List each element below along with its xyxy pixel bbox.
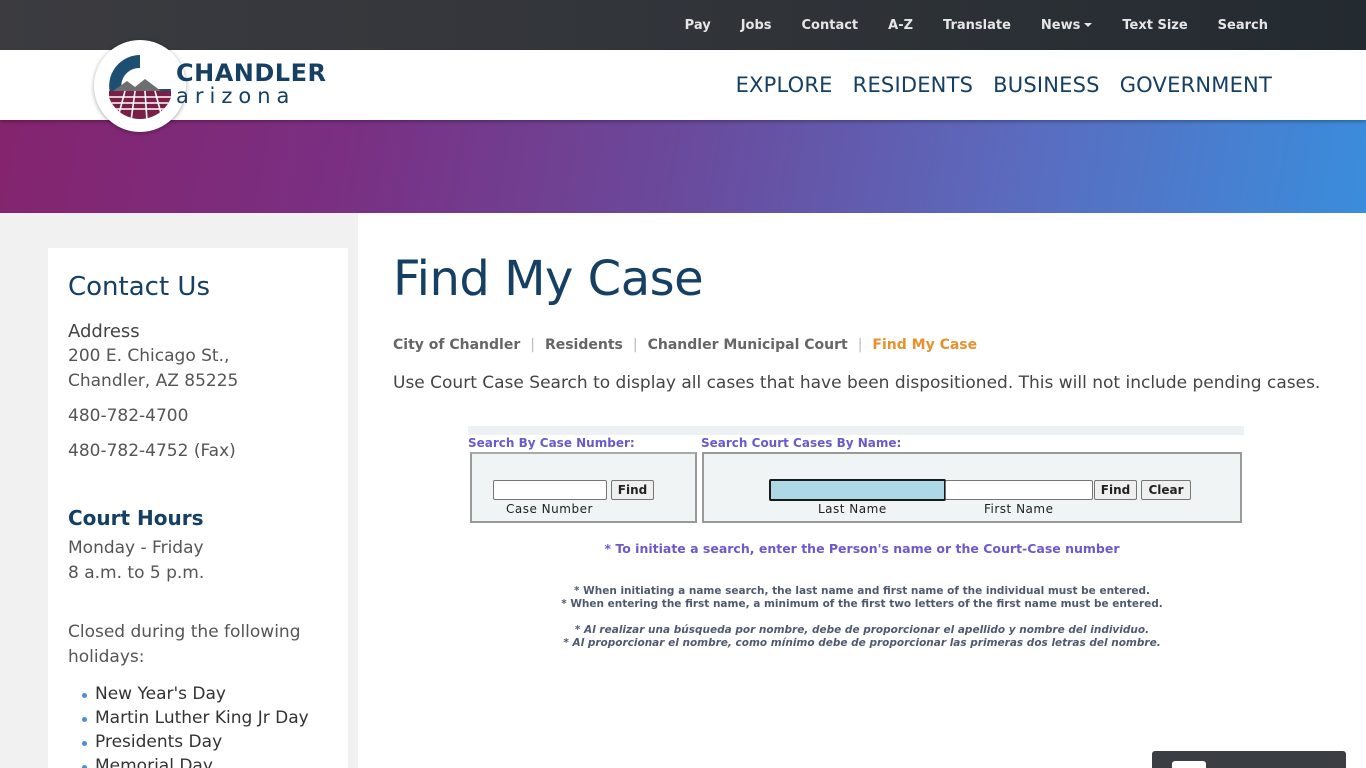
holiday-item: New Year's Day [82, 682, 328, 706]
breadcrumb-current: Find My Case [872, 337, 978, 353]
last-name-input[interactable] [769, 479, 946, 501]
main-nav-government[interactable]: GOVERNMENT [1120, 73, 1272, 97]
holiday-label: Martin Luther King Jr Day [95, 708, 309, 728]
first-name-caption: First Name [984, 502, 1054, 516]
name-search-legend: Search Court Cases By Name: [701, 436, 902, 450]
hours-days: Monday - Friday [68, 538, 204, 558]
logo-wordmark: CHANDLER arizona [176, 59, 327, 108]
rule-spanish-2: * Al proporcionar el nombre, como mínimo… [563, 637, 1161, 649]
holiday-list: New Year's Day Martin Luther King Jr Day… [82, 682, 328, 768]
breadcrumb-municipal-court[interactable]: Chandler Municipal Court [648, 337, 848, 353]
utility-bar: Pay Jobs Contact A-Z Translate News Text… [0, 0, 1366, 50]
intro-text: Use Court Case Search to display all cas… [393, 373, 1321, 393]
bullet-icon [82, 741, 87, 746]
name-search-box: Find Clear Last Name First Name [702, 452, 1242, 523]
rule-spanish-1: * Al realizar una búsqueda por nombre, d… [574, 624, 1150, 636]
utility-link-a-z[interactable]: A-Z [888, 18, 913, 33]
last-name-caption: Last Name [818, 502, 887, 516]
breadcrumb-separator: | [530, 337, 535, 353]
utility-link-search[interactable]: Search [1218, 18, 1268, 33]
name-find-button[interactable]: Find [1094, 480, 1137, 500]
city-logo[interactable] [94, 40, 186, 132]
first-name-input[interactable] [945, 480, 1093, 500]
main-nav-residents[interactable]: RESIDENTS [853, 73, 974, 97]
logo-word: CHANDLER [176, 59, 327, 87]
case-number-input[interactable] [493, 480, 607, 500]
caret-down-icon [1084, 23, 1093, 27]
breadcrumb-city-of-chandler[interactable]: City of Chandler [393, 337, 520, 353]
address-line-1: 200 E. Chicago St., [68, 346, 230, 366]
breadcrumb-separator: | [632, 337, 638, 353]
main-nav-business[interactable]: BUSINESS [993, 73, 1100, 97]
utility-link-contact[interactable]: Contact [802, 18, 859, 33]
contact-sidebar: Contact Us Address 200 E. Chicago St., C… [48, 248, 348, 768]
clear-button[interactable]: Clear [1141, 480, 1191, 500]
utility-link-pay[interactable]: Pay [685, 18, 711, 33]
court-hours-title: Court Hours [68, 506, 204, 530]
closed-holidays-text: Closed during the following holidays: [68, 622, 301, 667]
utility-link-jobs[interactable]: Jobs [741, 18, 772, 33]
hero-banner [0, 120, 1366, 213]
holiday-label: Memorial Day [95, 756, 213, 768]
news-label: News [1040, 17, 1081, 33]
hours-time: 8 a.m. to 5 p.m. [68, 563, 205, 583]
fax-number: 480-782-4752 (Fax) [68, 441, 236, 461]
logo-sub: arizona [176, 84, 296, 108]
rule-english-1: * When initiating a name search, the las… [574, 585, 1150, 597]
bullet-icon [82, 693, 87, 698]
main-nav-explore[interactable]: EXPLORE [736, 73, 833, 97]
main-content: Find My Case City of Chandler | Resident… [358, 213, 1366, 768]
bullet-icon [82, 717, 87, 722]
case-find-button[interactable]: Find [611, 480, 654, 500]
case-number-caption: Case Number [506, 502, 593, 516]
case-number-legend: Search By Case Number: [468, 436, 635, 450]
rule-english-2: * When entering the first name, a minimu… [561, 598, 1163, 610]
breadcrumb-residents[interactable]: Residents [545, 337, 623, 353]
page-title: Find My Case [393, 251, 704, 307]
utility-link-text-size[interactable]: Text Size [1122, 18, 1187, 33]
utility-link-news[interactable]: News [1040, 17, 1093, 33]
city-seal-icon [107, 53, 173, 119]
breadcrumb-separator: | [857, 337, 863, 353]
chat-widget-tab[interactable] [1152, 751, 1346, 768]
utility-nav: Pay Jobs Contact A-Z Translate News Text… [655, 0, 1268, 50]
holiday-label: Presidents Day [95, 732, 223, 752]
holiday-item: Memorial Day [82, 754, 328, 768]
holiday-item: Martin Luther King Jr Day [82, 706, 328, 730]
holiday-item: Presidents Day [82, 730, 328, 754]
sidebar-title: Contact Us [68, 272, 210, 302]
main-nav: EXPLORE RESIDENTS BUSINESS GOVERNMENT [716, 50, 1272, 120]
breadcrumb: City of Chandler | Residents | Chandler … [393, 337, 977, 353]
chat-tab-handle [1172, 761, 1206, 768]
phone-number: 480-782-4700 [68, 406, 189, 426]
address-line-2: Chandler, AZ 85225 [68, 371, 239, 391]
search-notice: * To initiate a search, enter the Person… [604, 541, 1120, 556]
holiday-label: New Year's Day [95, 684, 226, 704]
case-number-search-box: Find Case Number [470, 452, 697, 523]
search-header-strip [468, 426, 1244, 435]
address-label: Address [68, 321, 140, 342]
utility-link-translate[interactable]: Translate [943, 18, 1011, 33]
